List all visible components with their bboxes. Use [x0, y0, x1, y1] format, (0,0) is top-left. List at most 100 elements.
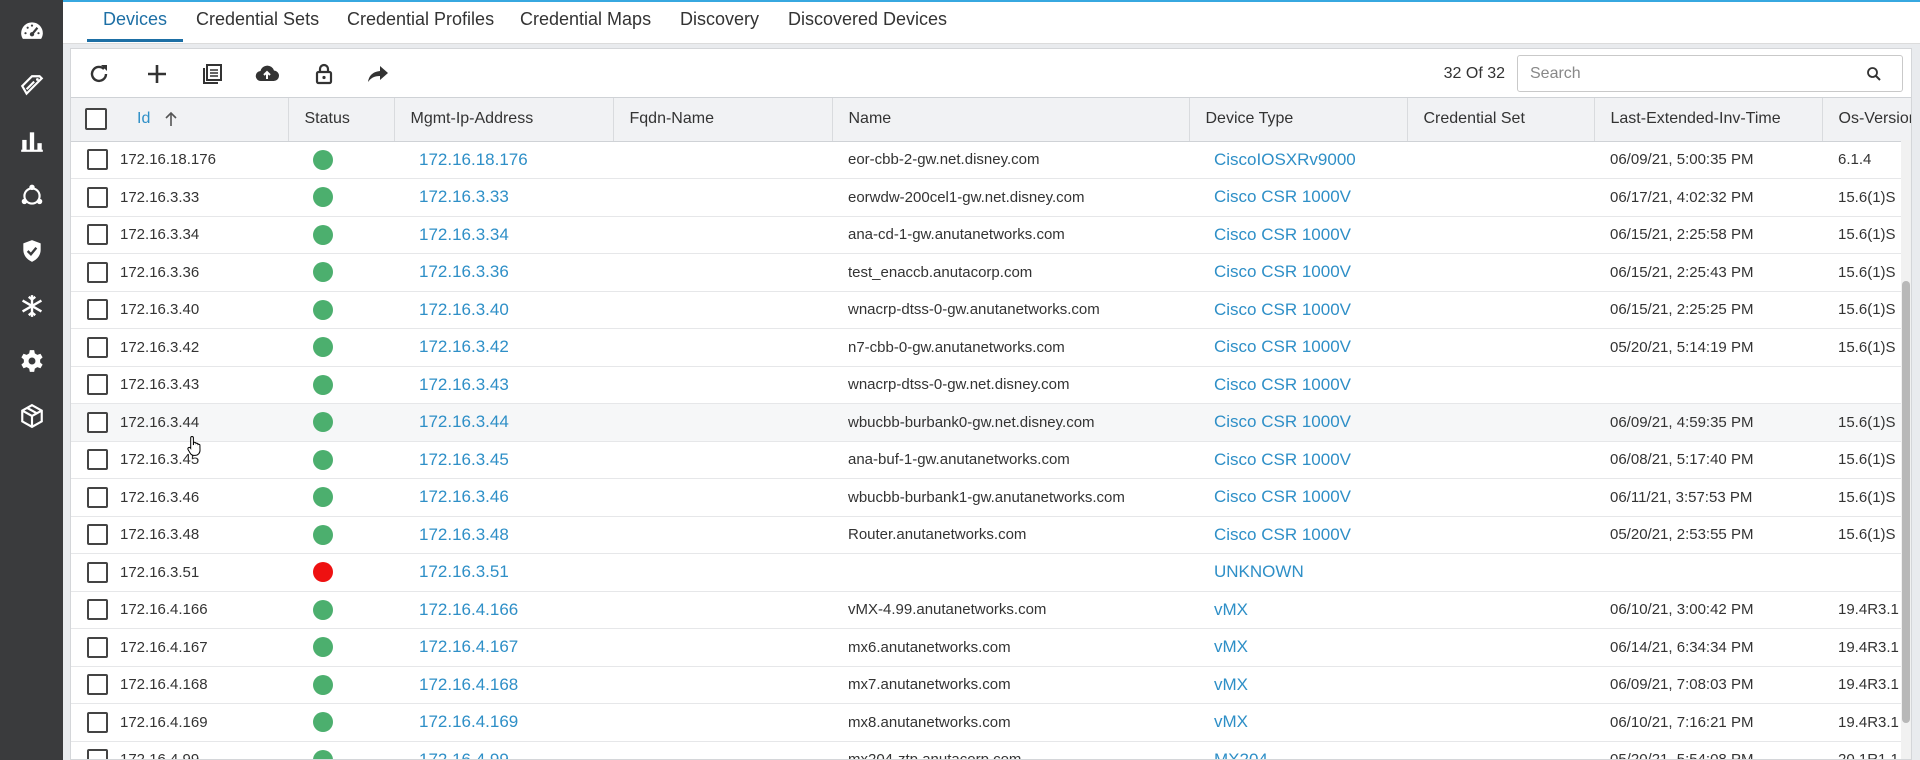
mgmt-ip-link[interactable]: 172.16.3.48 [394, 516, 613, 554]
device-type-link[interactable]: Cisco CSR 1000V [1189, 178, 1407, 217]
mgmt-ip-link[interactable]: 172.16.4.166 [394, 591, 613, 629]
column-header-name[interactable]: Name [832, 98, 1190, 142]
tab-discovery[interactable]: Discovery [664, 2, 775, 42]
table-row[interactable]: 172.16.3.34 172.16.3.34 ana-cd-1-gw.anutan… [71, 216, 1911, 254]
column-header-mgmt-ip[interactable]: Mgmt-Ip-Address [394, 98, 614, 142]
table-row[interactable]: 172.16.3.48 172.16.3.48 Router.anutanetwor… [71, 516, 1911, 554]
column-header-id[interactable]: Id [71, 98, 289, 142]
column-header-last-inv-time[interactable]: Last-Extended-Inv-Time [1594, 98, 1823, 142]
mgmt-ip-link[interactable]: 172.16.3.45 [394, 441, 613, 479]
device-type-link[interactable]: UNKNOWN [1189, 553, 1407, 592]
sidebar-item-network[interactable] [0, 168, 63, 223]
row-checkbox[interactable] [87, 749, 108, 759]
device-type-link[interactable]: Cisco CSR 1000V [1189, 478, 1407, 517]
table-row[interactable]: 172.16.3.51 172.16.3.51 UNKNOWN [71, 553, 1911, 592]
lock-button[interactable] [309, 59, 339, 89]
tab-credential-maps[interactable]: Credential Maps [504, 2, 667, 42]
row-checkbox[interactable] [87, 374, 108, 396]
device-type-link[interactable]: vMX [1189, 591, 1407, 629]
row-checkbox[interactable] [87, 674, 108, 696]
row-checkbox[interactable] [87, 186, 108, 208]
add-button[interactable] [142, 59, 172, 89]
sidebar-item-modules[interactable] [0, 388, 63, 443]
column-header-os-version[interactable]: Os-Version [1822, 98, 1911, 142]
mgmt-ip-link[interactable]: 172.16.3.40 [394, 291, 613, 329]
sidebar-item-reports[interactable] [0, 113, 63, 168]
row-checkbox[interactable] [87, 299, 108, 321]
search-button[interactable] [1846, 55, 1903, 92]
share-button[interactable] [363, 59, 393, 89]
device-type-link[interactable]: Cisco CSR 1000V [1189, 366, 1407, 404]
table-row[interactable]: 172.16.3.42 172.16.3.42 n7-cbb-0-gw.anutan… [71, 328, 1911, 367]
mgmt-ip-link[interactable]: 172.16.4.169 [394, 703, 613, 742]
device-type-link[interactable]: Cisco CSR 1000V [1189, 216, 1407, 254]
device-type-link[interactable]: CiscoIOSXRv9000 [1189, 141, 1407, 179]
device-type-link[interactable]: Cisco CSR 1000V [1189, 441, 1407, 479]
device-type-link[interactable]: vMX [1189, 628, 1407, 667]
search-input[interactable] [1517, 55, 1847, 92]
mgmt-ip-link[interactable]: 172.16.3.51 [394, 553, 613, 592]
device-type-link[interactable]: Cisco CSR 1000V [1189, 516, 1407, 554]
mgmt-ip-link[interactable]: 172.16.3.36 [394, 253, 613, 292]
mgmt-ip-link[interactable]: 172.16.3.44 [394, 403, 613, 442]
table-row[interactable]: 172.16.3.45 172.16.3.45 ana-buf-1-gw.anuta… [71, 441, 1911, 479]
device-type-link[interactable]: Cisco CSR 1000V [1189, 291, 1407, 329]
row-checkbox[interactable] [87, 486, 108, 508]
device-type-link[interactable]: Cisco CSR 1000V [1189, 253, 1407, 292]
row-checkbox[interactable] [87, 449, 108, 471]
mgmt-ip-link[interactable]: 172.16.4.167 [394, 628, 613, 667]
tab-credential-sets[interactable]: Credential Sets [180, 2, 335, 42]
table-row[interactable]: 172.16.3.40 172.16.3.40 wnacrp-dtss-0-gw.a… [71, 291, 1911, 329]
table-row[interactable]: 172.16.3.44 172.16.3.44 wbucbb-burbank0-gw… [71, 403, 1911, 442]
upload-button[interactable] [252, 59, 282, 89]
table-row[interactable]: 172.16.4.99 172.16.4.99 mx204-ztp.anutacor… [71, 741, 1911, 759]
device-type-link[interactable]: Cisco CSR 1000V [1189, 403, 1407, 442]
row-checkbox[interactable] [87, 711, 108, 733]
mgmt-ip-link[interactable]: 172.16.4.99 [394, 741, 613, 759]
mgmt-ip-link[interactable]: 172.16.3.34 [394, 216, 613, 254]
sidebar-item-services[interactable] [0, 278, 63, 333]
scrollbar-thumb[interactable] [1902, 281, 1910, 723]
table-row[interactable]: 172.16.4.167 172.16.4.167 mx6.anutanetwork… [71, 628, 1911, 667]
refresh-button[interactable] [84, 59, 114, 89]
sidebar-item-tags[interactable] [0, 58, 63, 113]
mgmt-ip-link[interactable]: 172.16.18.176 [394, 141, 613, 179]
vertical-scrollbar[interactable] [1901, 140, 1911, 759]
row-checkbox[interactable] [87, 261, 108, 283]
row-checkbox[interactable] [87, 336, 108, 358]
select-all-checkbox[interactable] [85, 108, 107, 131]
table-row[interactable]: 172.16.4.169 172.16.4.169 mx8.anutanetwork… [71, 703, 1911, 742]
mgmt-ip-link[interactable]: 172.16.3.33 [394, 178, 613, 217]
table-row[interactable]: 172.16.4.168 172.16.4.168 mx7.anutanetwork… [71, 666, 1911, 704]
row-checkbox[interactable] [87, 524, 108, 546]
row-checkbox[interactable] [87, 149, 108, 171]
table-row[interactable]: 172.16.3.33 172.16.3.33 eorwdw-200cel1-gw.… [71, 178, 1911, 217]
sidebar-item-security[interactable] [0, 223, 63, 278]
mgmt-ip-link[interactable]: 172.16.3.42 [394, 328, 613, 367]
tab-devices[interactable]: Devices [87, 2, 184, 42]
column-header-credential-set[interactable]: Credential Set [1407, 98, 1595, 142]
column-header-device-type[interactable]: Device Type [1189, 98, 1408, 142]
row-checkbox[interactable] [87, 599, 108, 621]
device-type-link[interactable]: vMX [1189, 703, 1407, 742]
mgmt-ip-link[interactable]: 172.16.3.43 [394, 366, 613, 404]
table-row[interactable]: 172.16.3.46 172.16.3.46 wbucbb-burbank1-gw… [71, 478, 1911, 517]
device-type-link[interactable]: vMX [1189, 666, 1407, 704]
column-header-fqdn[interactable]: Fqdn-Name [613, 98, 833, 142]
sidebar-item-settings[interactable] [0, 333, 63, 388]
device-type-link[interactable]: Cisco CSR 1000V [1189, 328, 1407, 367]
table-row[interactable]: 172.16.3.36 172.16.3.36 test_enaccb.anutac… [71, 253, 1911, 292]
mgmt-ip-link[interactable]: 172.16.4.168 [394, 666, 613, 704]
table-row[interactable]: 172.16.18.176 172.16.18.176 eor-cbb-2-gw.n… [71, 141, 1911, 179]
row-checkbox[interactable] [87, 561, 108, 583]
sidebar-item-dashboard[interactable] [0, 3, 63, 58]
row-checkbox[interactable] [87, 224, 108, 246]
mgmt-ip-link[interactable]: 172.16.3.46 [394, 478, 613, 517]
tab-discovered-devices[interactable]: Discovered Devices [772, 2, 963, 42]
tab-credential-profiles[interactable]: Credential Profiles [331, 2, 510, 42]
copy-button[interactable] [197, 59, 227, 89]
column-header-status[interactable]: Status [288, 98, 395, 142]
device-type-link[interactable]: MX204 [1189, 741, 1407, 759]
table-row[interactable]: 172.16.4.166 172.16.4.166 vMX-4.99.anutane… [71, 591, 1911, 629]
row-checkbox[interactable] [87, 411, 108, 433]
